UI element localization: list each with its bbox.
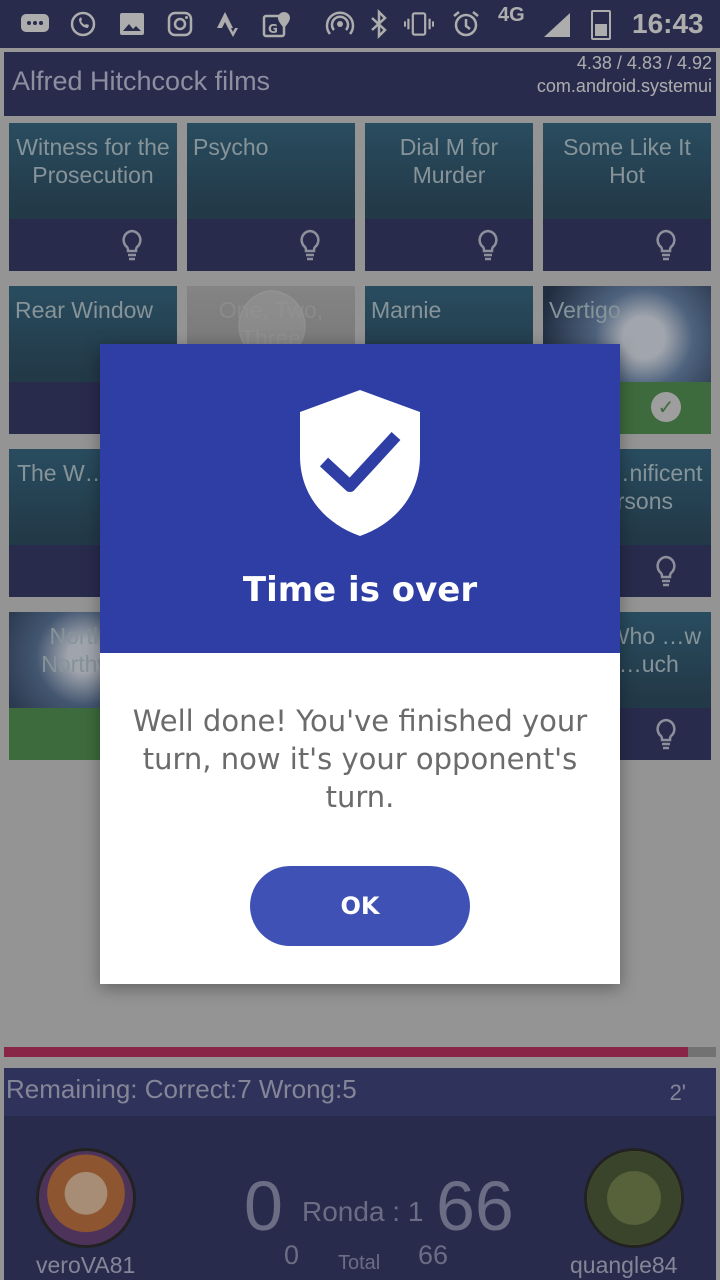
time-over-dialog: Time is over Well done! You've finished … [100, 344, 620, 984]
dialog-message: Well done! You've finished your turn, no… [132, 704, 588, 814]
shield-check-icon [300, 390, 420, 536]
dialog-title: Time is over [242, 570, 478, 610]
dialog-header: Time is over [100, 344, 620, 653]
ok-button[interactable]: OK [250, 866, 470, 946]
